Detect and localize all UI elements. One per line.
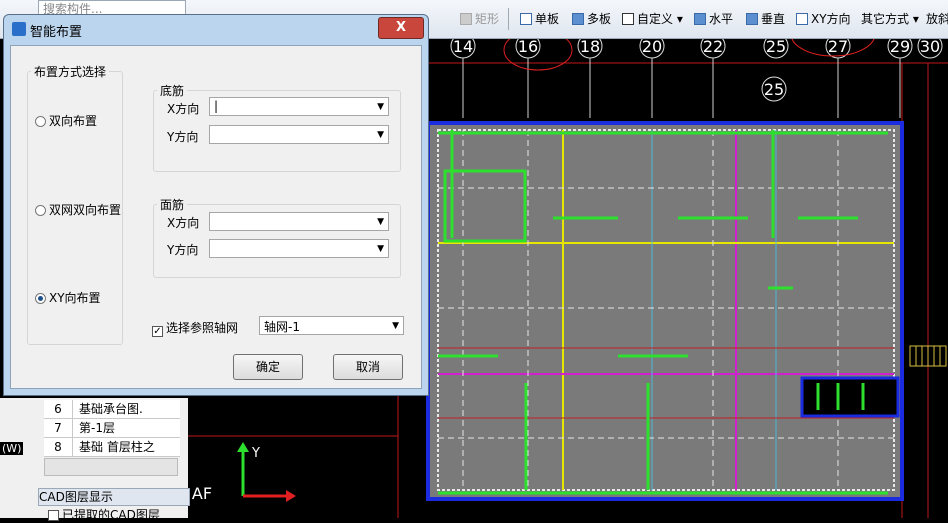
chevron-down-icon: ▼: [392, 321, 399, 331]
multi-board-icon: [572, 13, 584, 25]
axis-label: 25: [765, 37, 787, 56]
chevron-down-icon: ▼: [377, 217, 384, 227]
bottom-y-label: Y方向: [167, 130, 199, 144]
bottom-rebar-label: 底筋: [157, 82, 188, 99]
axis-label: 16: [517, 37, 539, 56]
axis-label-inner: 25: [763, 80, 785, 99]
axis-label: 30: [919, 37, 941, 56]
smart-layout-dialog: 智能布置 X 布置方式选择 双向布置 双网双向布置 XY向布置 底筋 X方向 |…: [3, 14, 429, 396]
layout-method-label: 布置方式选择: [31, 63, 110, 80]
radio-bidirectional[interactable]: 双向布置: [35, 112, 97, 129]
ref-axis-value: 轴网-1: [264, 320, 300, 334]
radio-icon[interactable]: [35, 205, 46, 216]
checkmark-icon[interactable]: ✓: [152, 326, 163, 337]
extracted-layer-item[interactable]: 已提取的CAD图层: [48, 506, 160, 523]
greyed-rect-button: 矩形: [460, 9, 499, 29]
axis-label: 22: [702, 37, 724, 56]
w-label: (W): [0, 442, 24, 455]
axis-label: 18: [579, 37, 601, 56]
top-y-select[interactable]: ▼: [209, 239, 389, 258]
horizontal-icon: [694, 13, 706, 25]
dialog-title: 智能布置: [30, 25, 83, 40]
radio-icon-selected[interactable]: [35, 293, 46, 304]
multi-board-button[interactable]: 多板: [572, 9, 611, 29]
bottom-y-select[interactable]: ▼: [209, 125, 389, 144]
layer-panel: 6 基础承台图. 7 第-1层 8 基础 首层柱之 (W) CAD图层显示 已提取的C…: [0, 398, 190, 522]
grid-lines: [462, 58, 901, 118]
list-item[interactable]: 8 基础 首层柱之: [44, 438, 180, 457]
close-button[interactable]: X: [378, 17, 424, 39]
dialog-icon: [12, 22, 26, 36]
axis-label: 20: [641, 37, 663, 56]
chevron-down-icon: ▼: [377, 130, 384, 140]
place-button[interactable]: 放斜: [926, 9, 948, 29]
board-icon: [520, 13, 532, 25]
radio-double-net[interactable]: 双网双向布置: [35, 201, 121, 218]
top-rebar-label: 面筋: [157, 196, 188, 213]
horizontal-button[interactable]: 水平: [694, 9, 733, 29]
cad-layer-panel-title: CAD图层显示: [38, 488, 190, 506]
vertical-icon: [746, 13, 758, 25]
top-x-select[interactable]: ▼: [209, 212, 389, 231]
list-item[interactable]: 6 基础承台图.: [44, 400, 180, 419]
ucs-y-label: Y: [252, 446, 260, 461]
list-item[interactable]: 7 第-1层: [44, 419, 180, 438]
axis-label-side: AF: [191, 484, 213, 503]
axis-label: 27: [827, 37, 849, 56]
ref-axis-checkbox[interactable]: ✓ 选择参照轴网: [152, 319, 238, 337]
chevron-down-icon: ▼: [377, 244, 384, 254]
separator: [508, 8, 509, 30]
slab: [426, 121, 904, 501]
stairs: [909, 345, 947, 367]
vertical-button[interactable]: 垂直: [746, 9, 785, 29]
axis-label: 14: [452, 37, 474, 56]
cancel-button[interactable]: 取消: [333, 354, 403, 380]
ok-button[interactable]: 确定: [233, 354, 303, 380]
horizontal-scrollbar[interactable]: [44, 458, 178, 476]
top-x-label: X方向: [167, 216, 200, 230]
xy-direction-button[interactable]: XY方向: [796, 9, 851, 29]
cursor: |: [214, 99, 219, 113]
bottom-x-select[interactable]: | ▼: [209, 97, 389, 116]
xy-icon: [796, 13, 808, 25]
custom-icon: [622, 13, 634, 25]
single-board-button[interactable]: 单板: [520, 9, 559, 29]
boxed-element: [800, 376, 900, 418]
ref-axis-select[interactable]: 轴网-1 ▼: [259, 316, 404, 335]
other-methods-dropdown[interactable]: 其它方式 ▾: [861, 9, 919, 29]
chevron-down-icon: ▼: [377, 102, 384, 112]
top-y-label: Y方向: [167, 243, 199, 257]
bottom-x-label: X方向: [167, 102, 200, 116]
custom-dropdown[interactable]: 自定义 ▾: [622, 9, 683, 29]
axis-label: 29: [889, 37, 911, 56]
radio-icon[interactable]: [35, 116, 46, 127]
dialog-body: 布置方式选择 双向布置 双网双向布置 XY向布置 底筋 X方向 | ▼ Y方向 ▼…: [10, 45, 422, 389]
checkbox[interactable]: [48, 510, 59, 521]
radio-xy[interactable]: XY向布置: [35, 289, 101, 306]
rect-icon: [460, 13, 472, 25]
